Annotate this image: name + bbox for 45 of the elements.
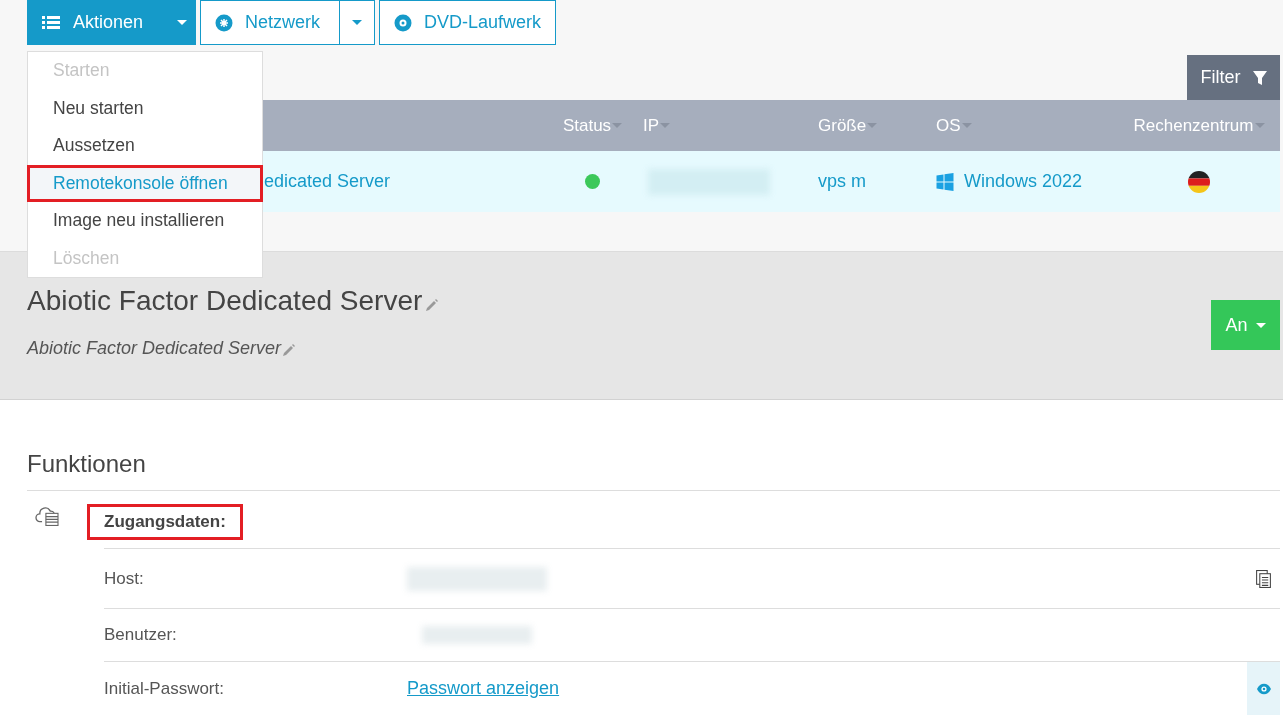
filter-button[interactable]: Filter [1187,55,1280,100]
dropdown-toggle[interactable] [167,0,196,45]
server-title: Abiotic Factor Dedicated Server [27,285,423,317]
flag-icon [1188,170,1210,193]
power-button[interactable]: An [1211,300,1280,350]
section-heading: Funktionen [27,450,1280,491]
filter-icon [1252,70,1267,85]
caret-icon [176,20,187,25]
dvd-drive-button[interactable]: DVD-Laufwerk [379,0,557,45]
cloud-server-icon [33,504,61,526]
column-header[interactable]: Rechenzentrum [1133,115,1254,136]
eye-icon [1256,682,1271,695]
field-label: Initial-Passwort: [104,678,225,699]
sort-icon [867,123,878,128]
pencil-icon [283,344,296,356]
sort-icon [1254,123,1265,128]
caret-icon [1255,322,1266,328]
list-icon [42,15,60,30]
menu-item[interactable]: Remotekonsole öffnen [27,164,263,202]
menu-item[interactable]: Neu starten [28,89,262,127]
copy-icon [1256,569,1271,588]
show-password-link[interactable]: Passwort anzeigen [407,678,560,699]
sort-icon [961,123,972,128]
dropdown-toggle[interactable] [340,0,375,45]
column-header[interactable]: Status [562,115,612,136]
field-label: Benutzer: [104,625,178,645]
show-password-button[interactable] [1247,662,1280,715]
field-label: Host: [104,568,145,589]
column-header[interactable]: IP [643,115,660,136]
actions-button[interactable]: Aktionen [27,0,167,45]
sort-icon [660,123,671,128]
windows-icon [936,172,954,191]
section-title: Zugangsdaten: [87,504,243,540]
sort-icon [612,123,623,128]
table-cell: Windows 2022 [964,171,1083,192]
column-header[interactable]: Größe [818,115,867,136]
caret-icon [352,20,362,25]
server-description: Abiotic Factor Dedicated Server [27,338,282,359]
network-button[interactable]: Netzwerk [200,0,340,45]
column-header[interactable]: OS [936,115,961,136]
globe-icon [215,13,233,32]
pencil-icon [426,299,439,311]
server-name-link[interactable]: edicated Server [264,171,391,191]
table-cell: vps m [818,171,866,192]
disc-icon [394,13,412,32]
